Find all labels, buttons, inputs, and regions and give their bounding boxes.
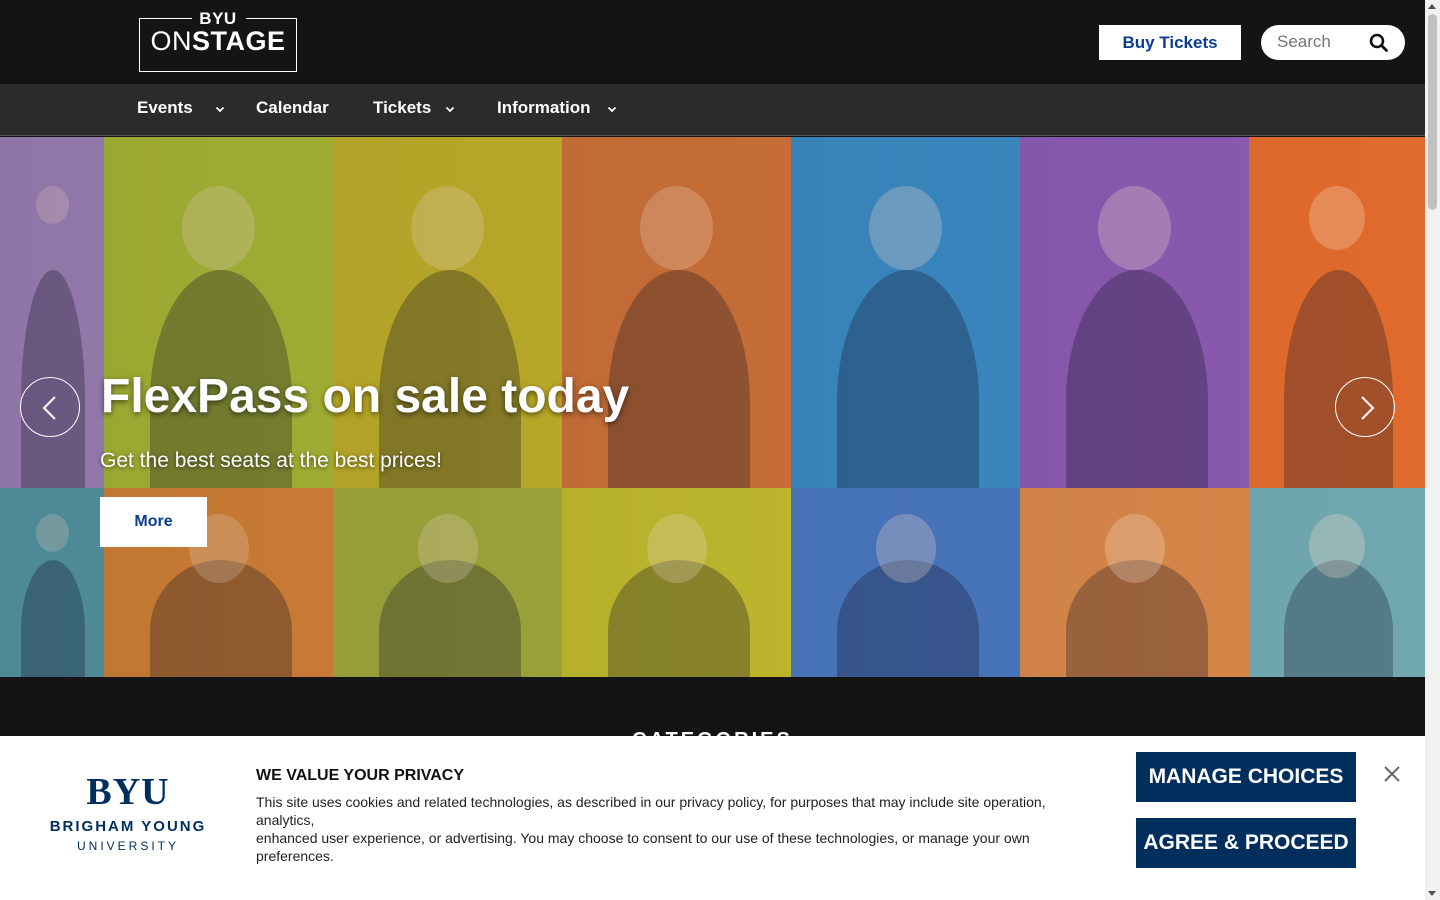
agree-proceed-button[interactable]: AGREE & PROCEED — [1136, 818, 1356, 868]
privacy-text: This site uses cookies and related techn… — [256, 793, 1096, 865]
scroll-up-arrow[interactable] — [1428, 4, 1436, 9]
main-nav: Events Calendar Tickets Information — [0, 84, 1425, 136]
byu-university-logo: BYU BRIGHAM YOUNG UNIVERSITY — [44, 772, 212, 862]
buy-tickets-button[interactable]: Buy Tickets — [1099, 25, 1241, 60]
hero-more-button[interactable]: More — [100, 497, 207, 547]
logo-brigham-young: BRIGHAM YOUNG — [49, 818, 207, 835]
privacy-banner: BYU BRIGHAM YOUNG UNIVERSITY WE VALUE YO… — [0, 736, 1425, 900]
nav-information-label: Information — [497, 98, 591, 117]
privacy-text-line-2: enhanced user experience, or advertising… — [256, 830, 1030, 864]
search-box — [1261, 25, 1405, 60]
chevron-left-icon — [42, 396, 56, 420]
privacy-heading: WE VALUE YOUR PRIVACY — [256, 767, 465, 784]
close-icon[interactable] — [1382, 764, 1402, 784]
nav-tickets-label: Tickets — [373, 98, 432, 117]
scroll-down-arrow[interactable] — [1428, 891, 1436, 896]
hero-carousel: FlexPass on sale today Get the best seat… — [0, 137, 1425, 677]
vertical-scrollbar[interactable] — [1425, 0, 1440, 900]
carousel-next-button[interactable] — [1335, 377, 1395, 437]
chevron-down-icon — [446, 106, 455, 112]
hero-title: FlexPass on sale today — [101, 370, 630, 423]
scrollbar-thumb[interactable] — [1428, 14, 1437, 210]
logo-stage: STAGE — [191, 26, 286, 56]
logo-onstage-text: ONSTAGE — [139, 26, 297, 56]
chevron-down-icon — [215, 106, 224, 112]
carousel-prev-button[interactable] — [20, 377, 80, 437]
site-header: BYU ONSTAGE Buy Tickets — [0, 0, 1425, 84]
nav-events-label: Events — [137, 98, 193, 117]
logo-on: ON — [150, 26, 192, 56]
byu-onstage-logo[interactable]: BYU ONSTAGE — [139, 9, 297, 72]
logo-byu-text: BYU — [199, 9, 237, 28]
logo-byu-wordmark: BYU — [86, 771, 170, 813]
chevron-right-icon — [1361, 396, 1375, 420]
manage-choices-button[interactable]: MANAGE CHOICES — [1136, 752, 1356, 802]
search-input[interactable] — [1277, 31, 1369, 53]
nav-tickets[interactable]: Tickets — [373, 84, 455, 136]
hero-subtitle: Get the best seats at the best prices! — [100, 449, 443, 472]
page: BYU ONSTAGE Buy Tickets Events Calendar … — [0, 0, 1425, 900]
nav-information[interactable]: Information — [497, 84, 617, 136]
privacy-text-line-1: This site uses cookies and related techn… — [256, 794, 1046, 828]
chevron-down-icon — [607, 106, 616, 112]
nav-calendar[interactable]: Calendar — [256, 84, 329, 136]
nav-events[interactable]: Events — [137, 84, 225, 136]
logo-university: UNIVERSITY — [76, 839, 179, 853]
search-icon[interactable] — [1369, 33, 1389, 53]
